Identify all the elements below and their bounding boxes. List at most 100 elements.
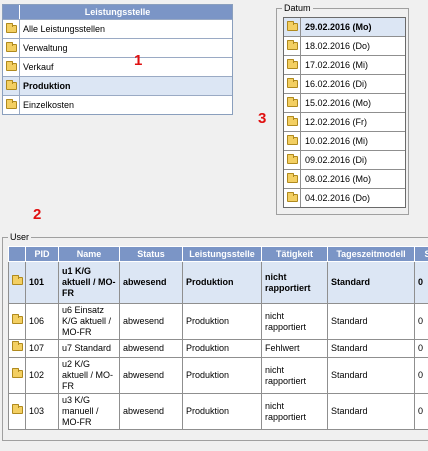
leistungsstelle-item-icon-cell [3, 96, 20, 114]
marker-1: 1 [134, 52, 143, 69]
table-cell: 0 [414, 393, 428, 430]
column-header[interactable]: Name [58, 246, 120, 262]
datum-item[interactable]: 04.02.2016 (Do) [284, 189, 405, 207]
row-icon-cell [8, 393, 26, 430]
datum-item-icon-cell [284, 94, 301, 112]
table-cell: u7 Standard [58, 339, 120, 358]
table-cell: nicht rapportiert [261, 303, 328, 340]
table-cell: 106 [25, 303, 59, 340]
folder-icon [286, 40, 298, 50]
folder-icon [11, 275, 23, 285]
table-cell: 0 [414, 339, 428, 358]
table-cell: 0 [414, 357, 428, 394]
datum-item-label: 09.02.2016 (Di) [305, 155, 368, 165]
table-cell: nicht rapportiert [261, 357, 328, 394]
table-cell: abwesend [119, 357, 183, 394]
table-row[interactable]: 102 u2 K/G aktuell / MO-FR abwesend Produkt… [8, 357, 428, 394]
datum-item[interactable]: 10.02.2016 (Mi) [284, 132, 405, 151]
datum-item[interactable]: 16.02.2016 (Di) [284, 75, 405, 94]
folder-icon [5, 80, 17, 90]
leistungsstelle-item[interactable]: Alle Leistungsstellen [3, 19, 232, 38]
table-cell: Standard [327, 261, 415, 304]
table-cell: abwesend [119, 339, 183, 358]
table-cell: Produktion [182, 339, 262, 358]
table-row[interactable]: 101 u1 K/G aktuell / MO-FR abwesend Produkt… [8, 261, 428, 304]
table-cell: u3 K/G manuell / MO-FR [58, 393, 120, 430]
row-icon-cell [8, 357, 26, 394]
datum-item[interactable]: 18.02.2016 (Do) [284, 37, 405, 56]
table-cell: 103 [25, 393, 59, 430]
leistungsstelle-item-label: Produktion [23, 81, 71, 91]
datum-item-label: 16.02.2016 (Di) [305, 79, 368, 89]
folder-icon [286, 135, 298, 145]
folder-icon [5, 23, 17, 33]
leistungsstelle-item[interactable]: Einzelkosten [3, 95, 232, 114]
table-row[interactable]: 103 u3 K/G manuell / MO-FR abwesend Produkt… [8, 393, 428, 430]
table-cell: Standard [327, 339, 415, 358]
table-row[interactable]: 107 u7 Standard abwesend Produktion Fehlwert… [8, 339, 428, 358]
datum-legend: Datum [282, 3, 313, 13]
leistungsstelle-item-icon-cell [3, 58, 20, 76]
table-cell: 102 [25, 357, 59, 394]
table-cell: abwesend [119, 393, 183, 430]
marker-3: 3 [258, 110, 267, 127]
user-group: User PID Name Status Leistungsstelle Tätigke… [2, 232, 428, 441]
table-cell: u6 Einsatz K/G aktuell / MO-FR [58, 303, 120, 340]
leistungsstelle-item[interactable]: Verwaltung [3, 38, 232, 57]
leistungsstelle-item-icon-cell [3, 39, 20, 57]
table-row[interactable]: 106 u6 Einsatz K/G aktuell / MO-FR abwesen… [8, 303, 428, 340]
datum-item-label: 29.02.2016 (Mo) [305, 22, 372, 32]
column-header[interactable]: Leistungsstelle [182, 246, 262, 262]
datum-item-label: 17.02.2016 (Mi) [305, 60, 369, 70]
datum-item-icon-cell [284, 56, 301, 74]
table-cell: abwesend [119, 303, 183, 340]
row-icon-cell [8, 303, 26, 340]
leistungsstelle-item-label: Alle Leistungsstellen [23, 24, 106, 34]
marker-2: 2 [33, 206, 42, 223]
folder-icon [286, 78, 298, 88]
table-cell: u2 K/G aktuell / MO-FR [58, 357, 120, 394]
datum-item-icon-cell [284, 132, 301, 150]
leistungsstelle-panel: Leistungsstelle Alle Leistungsstellen Ver… [2, 4, 233, 115]
leistungsstelle-item[interactable]: Produktion [3, 76, 232, 95]
datum-item[interactable]: 08.02.2016 (Mo) [284, 170, 405, 189]
column-header[interactable]: Tätigkeit [261, 246, 328, 262]
table-cell: nicht rapportiert [261, 261, 328, 304]
table-cell: 107 [25, 339, 59, 358]
datum-item-icon-cell [284, 37, 301, 55]
folder-icon [11, 314, 23, 324]
folder-icon [5, 42, 17, 52]
leistungsstelle-item[interactable]: Verkauf [3, 57, 232, 76]
column-header[interactable]: PID [25, 246, 59, 262]
datum-list: 29.02.2016 (Mo) 18.02.2016 (Do) 17.02.2016… [283, 17, 406, 208]
datum-item-icon-cell [284, 18, 301, 36]
table-cell: nicht rapportiert [261, 393, 328, 430]
datum-item-icon-cell [284, 75, 301, 93]
leistungsstelle-item-label: Verwaltung [23, 43, 68, 53]
folder-icon [286, 97, 298, 107]
column-header[interactable]: S [414, 246, 428, 262]
table-cell: Fehlwert [261, 339, 328, 358]
datum-item-icon-cell [284, 151, 301, 169]
column-header[interactable]: Status [119, 246, 183, 262]
datum-item[interactable]: 15.02.2016 (Mo) [284, 94, 405, 113]
datum-item[interactable]: 29.02.2016 (Mo) [284, 18, 405, 37]
table-cell: Produktion [182, 393, 262, 430]
datum-item[interactable]: 12.02.2016 (Fr) [284, 113, 405, 132]
folder-icon [286, 59, 298, 69]
row-icon-cell [8, 261, 26, 304]
table-cell: 0 [414, 303, 428, 340]
column-header[interactable]: Tageszeitmodell [327, 246, 415, 262]
folder-icon [11, 368, 23, 378]
table-cell: Standard [327, 393, 415, 430]
table-cell: 0 [414, 261, 428, 304]
table-cell: Produktion [182, 303, 262, 340]
datum-item-label: 18.02.2016 (Do) [305, 41, 371, 51]
datum-item[interactable]: 09.02.2016 (Di) [284, 151, 405, 170]
table-cell: Standard [327, 303, 415, 340]
leistungsstelle-item-icon-cell [3, 77, 20, 95]
datum-item[interactable]: 17.02.2016 (Mi) [284, 56, 405, 75]
datum-item-label: 15.02.2016 (Mo) [305, 98, 372, 108]
leistungsstelle-item-label: Einzelkosten [23, 100, 75, 110]
column-header[interactable] [8, 246, 26, 262]
